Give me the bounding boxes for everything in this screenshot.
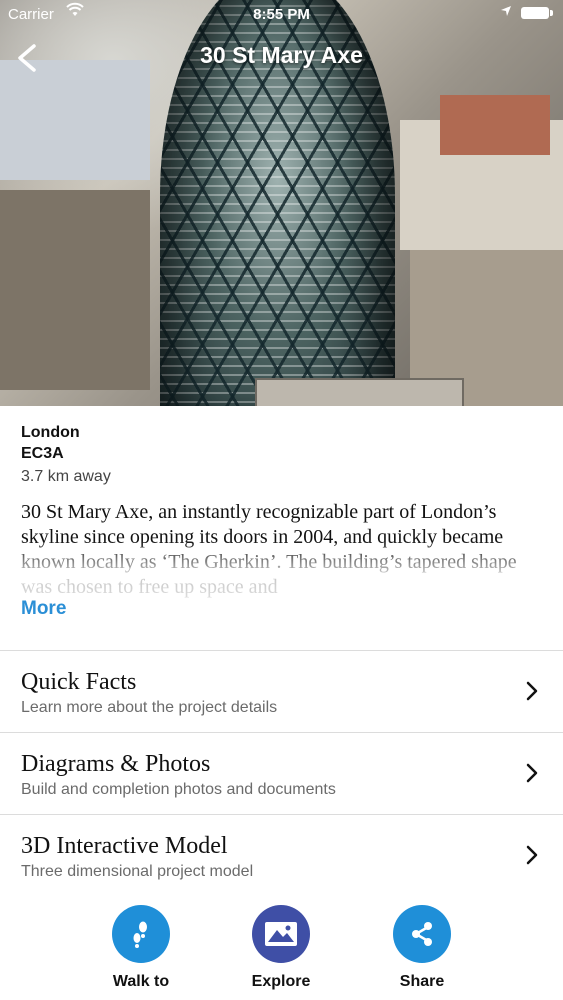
explore-button[interactable]: Explore — [226, 905, 336, 991]
chevron-right-icon — [526, 845, 538, 865]
clock: 8:55 PM — [253, 6, 310, 23]
chevron-right-icon — [526, 681, 538, 701]
menu-item-3d-model[interactable]: 3D Interactive Model Three dimensional p… — [0, 814, 563, 896]
location-info: London EC3A 3.7 km away — [21, 422, 111, 489]
menu-item-subtitle: Learn more about the project details — [21, 699, 278, 716]
hero-image: Carrier 8:55 PM 30 St Mary Axe — [0, 0, 563, 406]
menu-item-diagrams-photos[interactable]: Diagrams & Photos Build and completion p… — [0, 732, 563, 814]
description-fade — [0, 540, 563, 650]
more-link[interactable]: More — [21, 598, 66, 620]
city-label: London — [21, 424, 80, 441]
back-button[interactable] — [10, 40, 46, 76]
menu-list: Quick Facts Learn more about the project… — [0, 650, 563, 896]
postcode-label: EC3A — [21, 445, 64, 462]
battery-icon — [521, 7, 553, 19]
share-button[interactable]: Share — [367, 905, 477, 991]
chevron-left-icon — [18, 44, 36, 72]
menu-item-subtitle: Build and completion photos and document… — [21, 781, 336, 798]
share-icon — [393, 905, 451, 963]
action-bar: Walk to Explore Share — [0, 905, 563, 1000]
menu-item-title: 3D Interactive Model — [21, 833, 228, 859]
chevron-right-icon — [526, 763, 538, 783]
status-bar: Carrier 8:55 PM — [0, 0, 563, 30]
action-label: Explore — [251, 973, 311, 990]
mountains-icon — [252, 905, 310, 963]
menu-item-quick-facts[interactable]: Quick Facts Learn more about the project… — [0, 650, 563, 732]
menu-item-title: Quick Facts — [21, 669, 137, 695]
walk-icon — [112, 905, 170, 963]
plaza — [255, 378, 464, 406]
action-label: Share — [399, 973, 445, 990]
menu-item-subtitle: Three dimensional project model — [21, 863, 254, 880]
page-title: 30 St Mary Axe — [200, 42, 363, 68]
walk-to-button[interactable]: Walk to — [86, 905, 196, 991]
location-arrow-icon — [500, 4, 512, 20]
menu-item-title: Diagrams & Photos — [21, 751, 211, 777]
action-label: Walk to — [112, 973, 170, 990]
distance-label: 3.7 km away — [21, 468, 111, 485]
